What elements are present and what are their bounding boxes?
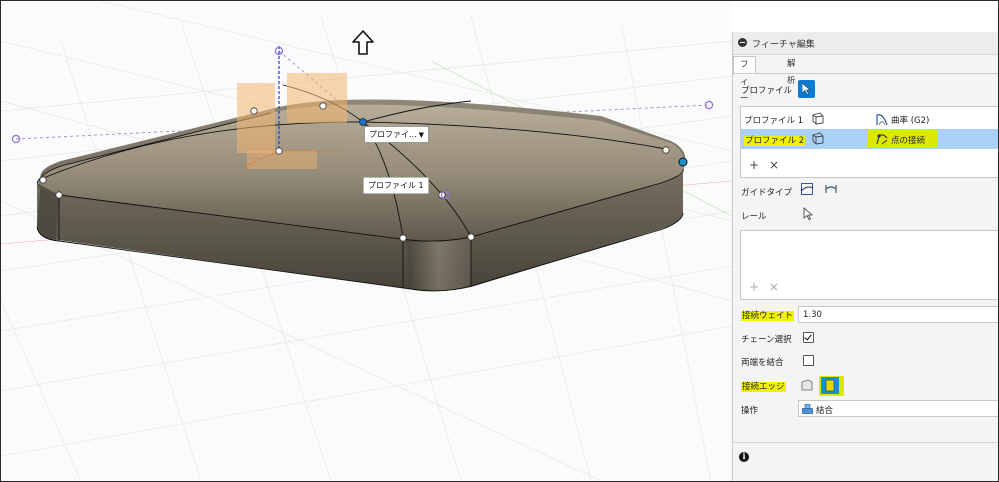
profile-dropdown[interactable]: プロファイ... ▼ — [364, 126, 430, 143]
rail-label: レール — [741, 212, 767, 222]
tab-analysis[interactable]: 解析 — [781, 56, 802, 86]
app-window: プロファイ...▼ プロファイル 1 フィーチャ編集 フィーチャ 解析 プロファ… — [0, 0, 999, 482]
profile-surface-icon — [812, 112, 824, 125]
panel-footer-divider — [733, 442, 998, 443]
profile-surface-icon — [812, 132, 824, 145]
guide-rail-icon[interactable] — [800, 182, 814, 196]
profile-label: プロファイル — [741, 86, 793, 96]
merge-ends-checkbox[interactable] — [803, 355, 814, 366]
collapse-icon[interactable] — [738, 38, 747, 47]
up-arrow-icon[interactable] — [352, 30, 374, 55]
tabs-divider — [733, 73, 998, 74]
rail-list: + × — [740, 230, 998, 300]
chevron-down-icon: ▼ — [418, 131, 425, 139]
point-connect-icon[interactable] — [875, 132, 889, 146]
chain-select-label: チェーン選択 — [741, 335, 792, 345]
profile-tag: プロファイル 1 — [363, 177, 429, 194]
guide-centerline-icon[interactable] — [824, 182, 838, 196]
profile-list: プロファイル 1 曲率 (G2) プロファイル 2 点の接続 + × — [740, 106, 998, 178]
remove-profile-button[interactable]: × — [769, 159, 779, 171]
join-icon — [802, 404, 813, 414]
guide-type-label: ガイドタイプ — [741, 188, 793, 198]
tangent-weight-input[interactable]: 1.30 — [798, 306, 998, 323]
rail-select-icon[interactable] — [803, 207, 813, 220]
cursor-icon — [802, 83, 811, 95]
profile-select-button[interactable] — [798, 80, 815, 98]
profile-continuity[interactable]: 点の接続 — [891, 134, 925, 146]
model-canvas[interactable] — [1, 1, 732, 481]
remove-rail-button[interactable]: × — [769, 281, 779, 293]
profile-tag-label: プロファイル 1 — [368, 181, 424, 190]
tangent-edges-label: 接続エッジ — [741, 382, 786, 392]
edge-tangent-icon[interactable] — [821, 377, 839, 394]
tangent-weight-label: 接続ウェイト — [741, 311, 795, 321]
edge-face-icon[interactable] — [800, 378, 814, 392]
add-rail-button[interactable]: + — [749, 281, 759, 293]
profile-name: プロファイル 1 — [744, 116, 804, 126]
profile-continuity[interactable]: 曲率 (G2) — [891, 114, 929, 126]
profile-dropdown-label: プロファイ... — [369, 130, 417, 139]
lofted-body — [36, 46, 688, 292]
operation-label: 操作 — [741, 406, 759, 416]
info-icon[interactable] — [739, 451, 749, 462]
list-item[interactable]: プロファイル 1 曲率 (G2) — [741, 109, 998, 129]
canvas-viewport[interactable]: プロファイ... ▼ プロファイル 1 — [1, 1, 732, 481]
feature-edit-panel: フィーチャ編集 フィーチャ 解析 プロファイル プロファイル 1 — [732, 32, 998, 481]
add-profile-button[interactable]: + — [749, 159, 759, 171]
curvature-icon[interactable] — [875, 112, 889, 126]
operation-select[interactable]: 結合 — [798, 400, 998, 417]
panel-title: フィーチャ編集 — [752, 40, 815, 50]
operation-value: 結合 — [816, 406, 834, 416]
list-item[interactable]: プロファイル 2 点の接続 — [741, 129, 998, 149]
merge-ends-label: 両端を結合 — [741, 358, 784, 368]
profile-name: プロファイル 2 — [744, 136, 806, 146]
panel-titlebar: フィーチャ編集 — [733, 32, 998, 55]
chain-select-checkbox[interactable] — [803, 332, 814, 343]
